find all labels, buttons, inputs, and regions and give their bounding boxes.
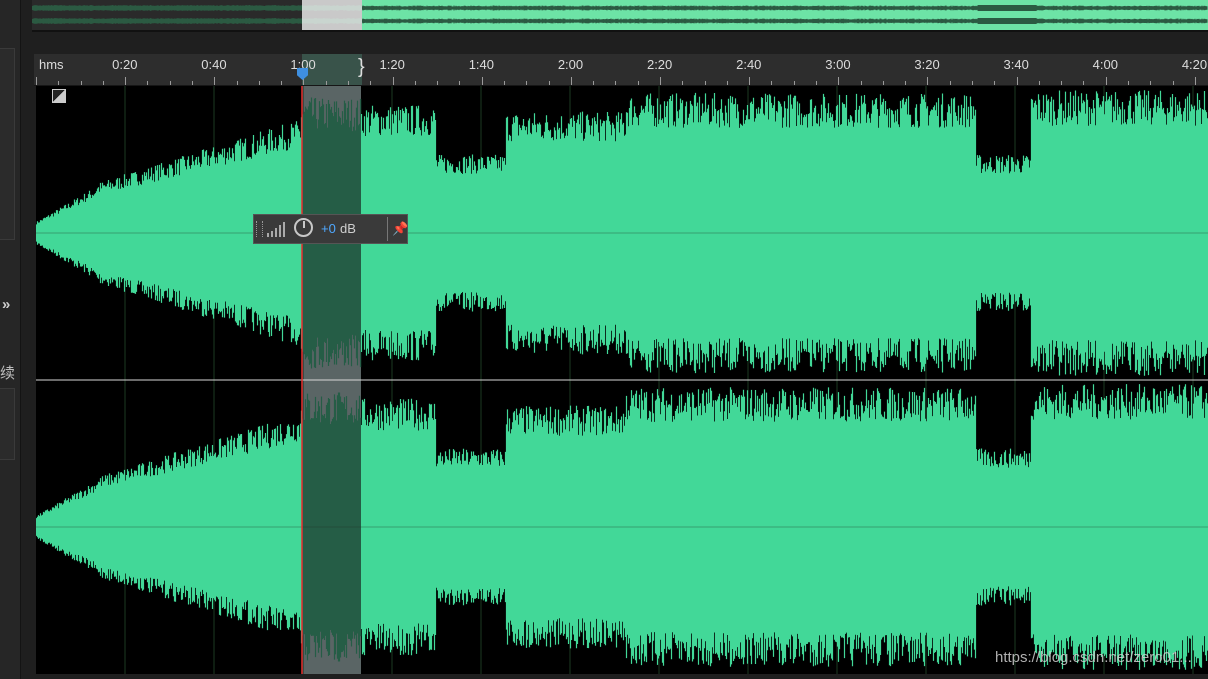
timeline-tick xyxy=(147,81,149,85)
timeline-tick-label: 3:40 xyxy=(1003,57,1029,72)
timeline-tick xyxy=(1127,81,1129,85)
timeline-tick xyxy=(526,81,528,85)
timeline-tick xyxy=(1194,77,1196,85)
timeline-tick xyxy=(637,81,639,85)
timeline-tick xyxy=(325,81,327,85)
timeline-tick xyxy=(1083,81,1085,85)
timeline-ruler[interactable]: hms 0:20 0:40 1:00 1:20 1:40 2:00 2:20 2:40 3:00… xyxy=(34,54,1208,86)
timeline-tick xyxy=(971,81,973,85)
timeline-tick xyxy=(169,81,171,85)
gain-unit: dB xyxy=(340,221,356,236)
overview-waveform[interactable] xyxy=(32,0,1208,32)
timeline-tick xyxy=(481,77,483,85)
timeline-tick-label: 0:40 xyxy=(201,57,227,72)
overview-visible-range[interactable] xyxy=(362,0,1208,30)
timeline-tick xyxy=(1150,81,1152,85)
timeline-tick xyxy=(36,77,37,85)
timeline-tick xyxy=(258,81,260,85)
timeline-tick xyxy=(570,77,572,85)
timeline-tick xyxy=(793,81,795,85)
timeline-tick xyxy=(749,77,751,85)
timeline-tick xyxy=(191,81,193,85)
timeline-tick-label: 0:20 xyxy=(112,57,138,72)
timeline-tick xyxy=(102,81,104,85)
timeline-tick xyxy=(414,81,416,85)
timeline-tick-label: 1:40 xyxy=(468,57,494,72)
gain-hud[interactable]: +0 dB 📌 xyxy=(253,214,408,244)
zoom-toggle-icon[interactable] xyxy=(52,89,66,103)
timeline-tick xyxy=(905,81,907,85)
timeline-tick-label: 3:20 xyxy=(914,57,940,72)
timeline-tick xyxy=(347,81,349,85)
timeline-tick xyxy=(659,77,661,85)
time-format-label[interactable]: hms xyxy=(39,57,64,72)
timeline-tick-label: 3:00 xyxy=(825,57,851,72)
panel-frame xyxy=(0,388,15,460)
timeline-tick xyxy=(281,81,283,85)
timeline-tick-label: 2:20 xyxy=(646,57,673,72)
timeline-tick xyxy=(615,81,617,85)
timeline-tick xyxy=(994,81,996,85)
timeline-tick xyxy=(437,81,439,85)
timeline-tick xyxy=(704,81,706,85)
volume-bars-icon xyxy=(267,222,285,237)
timeline-tick xyxy=(593,81,595,85)
timeline-tick xyxy=(682,81,684,85)
timeline-tick xyxy=(1172,81,1174,85)
timeline-tick xyxy=(838,77,840,85)
selection-end-bracket-icon[interactable]: } xyxy=(358,56,365,79)
timeline-tick xyxy=(726,81,728,85)
timeline-tick xyxy=(1105,77,1107,85)
timeline-tick xyxy=(459,81,461,85)
pin-icon[interactable]: 📌 xyxy=(392,221,408,237)
gain-knob-icon[interactable] xyxy=(294,218,313,237)
timeline-tick xyxy=(548,81,550,85)
left-panel-strip: » 续 xyxy=(0,0,21,679)
timeline-tick xyxy=(1061,81,1063,85)
overview-waveform-graph xyxy=(32,0,1208,30)
timeline-tick-label: 4:20 xyxy=(1181,57,1208,72)
timeline-tick xyxy=(80,81,82,85)
timeline-tick-label: 2:00 xyxy=(557,57,584,72)
timeline-tick xyxy=(771,81,773,85)
divider xyxy=(387,217,388,241)
timeline-tick xyxy=(815,81,817,85)
waveform-display[interactable] xyxy=(36,86,1208,674)
double-chevron-right-icon[interactable]: » xyxy=(2,296,10,313)
timeline-tick xyxy=(927,77,929,85)
timeline-tick xyxy=(125,77,127,85)
timeline-tick xyxy=(1016,77,1018,85)
timeline-tick-label: 1:20 xyxy=(379,57,405,72)
waveform-editor[interactable] xyxy=(36,86,1208,674)
timeline-tick xyxy=(236,81,238,85)
gain-value[interactable]: +0 xyxy=(321,221,336,236)
timeline-tick xyxy=(58,81,60,85)
timeline-tick xyxy=(949,81,951,85)
watermark-text: https://blog.csdn.net/zero01... xyxy=(995,649,1192,666)
overview-selection[interactable] xyxy=(302,0,362,30)
timeline-tick xyxy=(1038,81,1040,85)
timeline-tick xyxy=(882,81,884,85)
timeline-tick xyxy=(860,81,862,85)
timeline-tick-label: 2:40 xyxy=(736,57,762,72)
timeline-tick xyxy=(392,77,394,85)
timeline-tick-label: 4:00 xyxy=(1092,57,1118,72)
timeline-tick xyxy=(503,81,505,85)
drag-grip-icon[interactable] xyxy=(256,221,263,237)
side-panel-text: 续 xyxy=(0,365,16,382)
timeline-tick xyxy=(370,81,372,85)
timeline-tick xyxy=(214,77,216,85)
panel-frame xyxy=(0,48,15,240)
